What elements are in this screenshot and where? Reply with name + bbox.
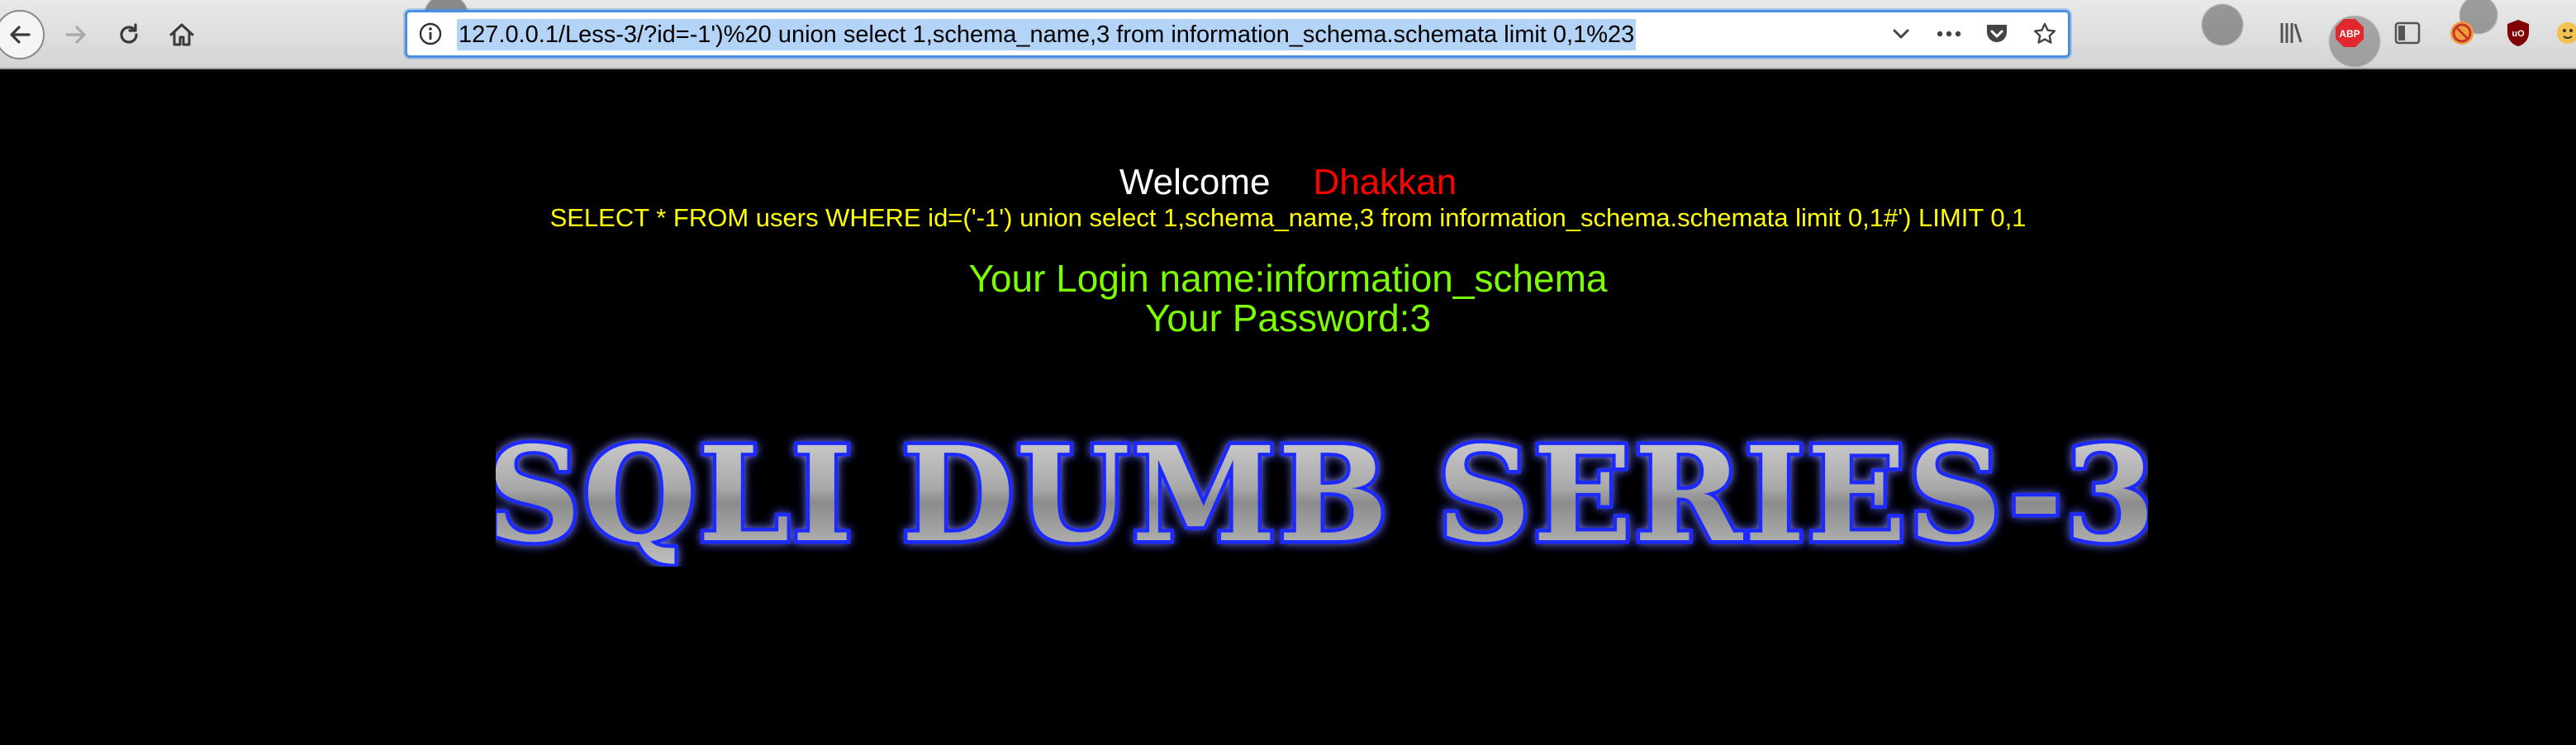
- abp-icon[interactable]: ABP: [2335, 18, 2365, 48]
- info-icon[interactable]: [419, 22, 442, 45]
- url-input[interactable]: 127.0.0.1/Less-3/?id=-1')%20 union selec…: [457, 19, 1637, 50]
- ublock-origin-icon[interactable]: uO: [2503, 18, 2533, 48]
- welcome-text: Welcome: [1119, 162, 1271, 202]
- forward-button[interactable]: [51, 10, 101, 59]
- more-actions-icon[interactable]: [1936, 21, 1962, 47]
- sql-query-text: SELECT * FROM users WHERE id=('-1') unio…: [549, 203, 2027, 232]
- chevron-down-icon[interactable]: [1888, 21, 1914, 47]
- user-name: Dhakkan: [1313, 162, 1457, 202]
- banner-image: SQLI DUMB SERIES-3: [496, 418, 2148, 567]
- reload-button[interactable]: [104, 10, 154, 59]
- home-icon: [169, 23, 194, 46]
- bookmark-star-icon[interactable]: [2032, 21, 2058, 47]
- browser-toolbar: 127.0.0.1/Less-3/?id=-1')%20 union selec…: [0, 0, 2576, 69]
- pocket-icon[interactable]: [1984, 21, 2010, 47]
- home-button[interactable]: [157, 10, 207, 59]
- address-bar[interactable]: 127.0.0.1/Less-3/?id=-1')%20 union selec…: [405, 10, 2070, 58]
- login-name-text: Your Login name:information_schema: [968, 257, 1608, 300]
- password-text: Your Password:3: [1144, 297, 1432, 339]
- library-icon[interactable]: [2277, 18, 2307, 48]
- no-sign-icon[interactable]: [2447, 18, 2477, 48]
- svg-text:SQLI DUMB SERIES-3: SQLI DUMB SERIES-3: [496, 419, 2148, 567]
- reload-icon: [120, 23, 138, 44]
- back-button[interactable]: [0, 10, 45, 59]
- svg-text:ABP: ABP: [2339, 28, 2360, 40]
- svg-text:uO: uO: [2512, 29, 2525, 39]
- back-arrow-icon: [10, 26, 31, 44]
- welcome-line: Welcome Dhakkan: [0, 162, 2576, 203]
- sidebar-icon[interactable]: [2393, 18, 2422, 48]
- extension-icon[interactable]: [2553, 18, 2576, 48]
- page-content: Welcome Dhakkan SELECT * FROM users WHERE…: [0, 71, 2576, 745]
- forward-arrow-icon: [65, 26, 86, 44]
